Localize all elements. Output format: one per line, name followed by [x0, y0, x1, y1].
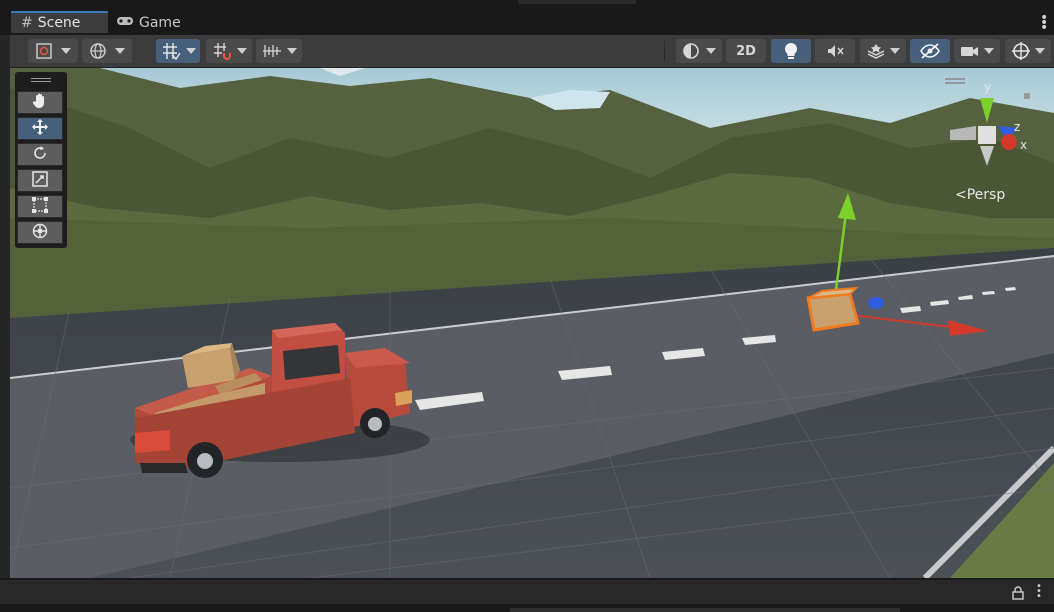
effects-dropdown[interactable]: [860, 39, 906, 63]
transform-tool-button[interactable]: [17, 221, 63, 244]
bottom-panel-header: • • •: [0, 578, 1054, 612]
chevron-down-icon: [115, 48, 125, 54]
gizmo-globe-icon: [1011, 41, 1031, 61]
lightbulb-icon: [783, 42, 799, 60]
grid-snapping-dropdown[interactable]: [156, 39, 200, 63]
chevron-down-icon: [61, 48, 71, 54]
scene-render: [10, 68, 1054, 578]
hand-icon: [31, 92, 49, 114]
lighting-toggle[interactable]: [771, 39, 811, 63]
scene-toolbar: 2D: [0, 35, 1054, 68]
global-local-dropdown[interactable]: [82, 39, 132, 63]
chevron-left-icon: <: [955, 187, 967, 203]
layers-effects-icon: [866, 42, 886, 60]
grid-snap-icon: [160, 41, 182, 61]
gizmos-dropdown[interactable]: [1005, 39, 1051, 63]
scene-visibility-toggle[interactable]: [910, 39, 950, 63]
shading-sphere-icon: [682, 42, 702, 60]
grid-visibility-dropdown[interactable]: [256, 39, 302, 63]
rotate-tool-button[interactable]: [17, 143, 63, 166]
scene-viewport[interactable]: y z x: [10, 68, 1054, 578]
left-dock-edge: [0, 35, 10, 578]
chevron-down-icon: [1035, 48, 1045, 54]
chevron-down-icon: [984, 48, 994, 54]
increment-snapping-dropdown[interactable]: [206, 39, 252, 63]
camera-icon: [960, 44, 980, 58]
magnet-grid-icon: [211, 41, 233, 61]
bottom-menu-kebab-icon[interactable]: • • •: [1036, 582, 1042, 602]
transform-icon: [31, 222, 49, 244]
chevron-down-icon: [186, 48, 196, 54]
gamepad-icon: [116, 15, 134, 31]
move-arrows-icon: [31, 118, 49, 140]
tab-menu-kebab-icon[interactable]: • • •: [1040, 11, 1048, 35]
lock-icon[interactable]: [1012, 585, 1024, 604]
projection-toggle[interactable]: <Persp: [955, 187, 1005, 203]
draw-mode-dropdown[interactable]: [28, 39, 78, 63]
draw-mode-icon: [35, 42, 55, 60]
mute-speaker-icon: [825, 42, 845, 60]
scale-tool-button[interactable]: [17, 169, 63, 192]
tab-game-label: Game: [139, 15, 181, 31]
rect-tool-button[interactable]: [17, 195, 63, 218]
rect-transform-icon: [31, 196, 49, 218]
tab-bar: # Scene Game • • •: [0, 0, 1054, 35]
ruler-icon: [261, 41, 283, 61]
grid-hash-icon: #: [21, 15, 33, 31]
audio-toggle[interactable]: [815, 39, 855, 63]
scale-icon: [31, 170, 49, 192]
toggle-2d-button[interactable]: 2D: [726, 39, 766, 63]
tools-overlay: [15, 72, 67, 248]
chevron-down-icon: [890, 48, 900, 54]
shading-mode-dropdown[interactable]: [676, 39, 722, 63]
tab-scene[interactable]: # Scene: [11, 11, 108, 33]
camera-settings-dropdown[interactable]: [954, 39, 1000, 63]
projection-label: Persp: [966, 187, 1006, 203]
chevron-down-icon: [706, 48, 716, 54]
eye-hidden-icon: [919, 43, 941, 59]
hand-tool-button[interactable]: [17, 91, 63, 114]
gizmo-axis-y-label: y: [984, 80, 992, 94]
tab-scene-label: Scene: [37, 15, 81, 31]
bottom-panel-strip: [0, 580, 1054, 604]
move-tool-button[interactable]: [17, 117, 63, 140]
rotate-icon: [31, 144, 49, 166]
chevron-down-icon: [237, 48, 247, 54]
top-indicator: [518, 0, 636, 4]
gizmo-axis-z-label: z: [1014, 120, 1021, 134]
tab-game[interactable]: Game: [116, 11, 206, 35]
chevron-down-icon: [287, 48, 297, 54]
bottom-scroll-hint: [510, 608, 900, 612]
globe-icon: [89, 42, 109, 60]
gizmo-axis-x-label: x: [1020, 138, 1028, 152]
